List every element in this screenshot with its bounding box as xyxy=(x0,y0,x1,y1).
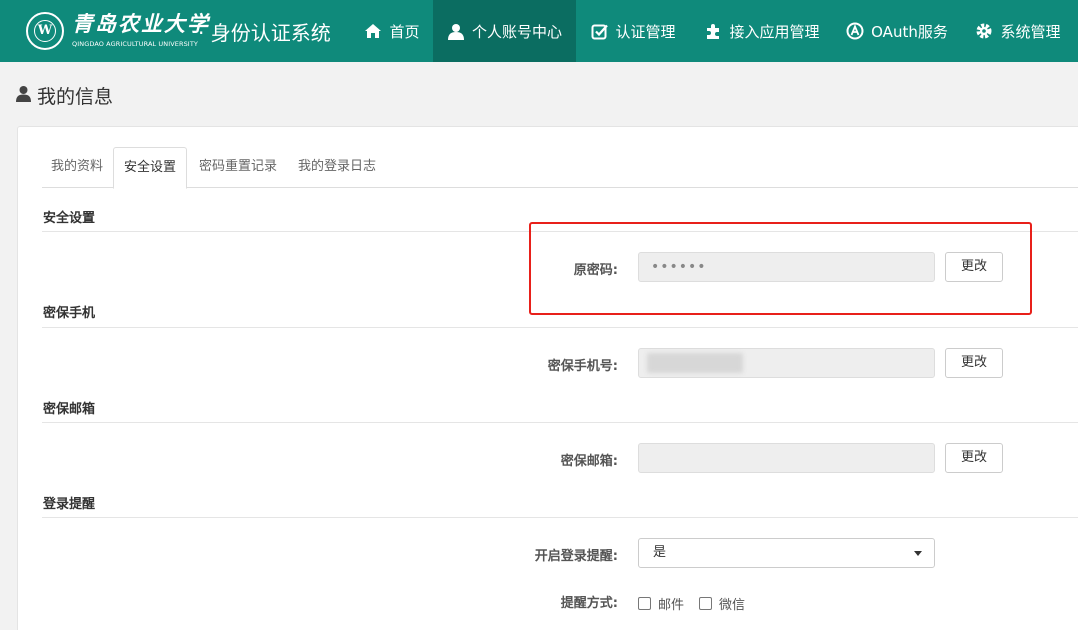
section-divider xyxy=(42,422,1078,423)
section-title-email: 密保邮箱 xyxy=(43,402,96,417)
nav-oauth-service[interactable]: OAuth服务 xyxy=(838,0,956,62)
section-title-phone: 密保手机 xyxy=(43,306,96,321)
change-email-button[interactable]: 更改 xyxy=(945,443,1003,473)
section-title-security: 安全设置 xyxy=(43,211,96,226)
alert-method-email-option[interactable]: 邮件 xyxy=(638,594,684,613)
nav-system-management-label: 系统管理 xyxy=(1000,22,1061,41)
user-icon xyxy=(447,22,465,40)
caret-down-icon xyxy=(914,551,922,556)
tab-security-settings[interactable]: 安全设置 xyxy=(113,147,187,189)
nav-auth-management-label: 认证管理 xyxy=(615,22,676,41)
nav-system-management[interactable]: 系统管理 xyxy=(966,0,1070,62)
tab-bar: 我的资料 安全设置 密码重置记录 我的登录日志 xyxy=(42,147,1078,189)
security-phone-field[interactable] xyxy=(638,348,935,378)
highlight-box xyxy=(529,222,1032,315)
oauth-icon xyxy=(846,22,864,40)
check-square-icon xyxy=(590,22,608,40)
home-icon xyxy=(364,22,382,40)
nav-personal-account[interactable]: 个人账号中心 xyxy=(433,0,576,62)
enable-login-alert-label: 开启登录提醒: xyxy=(534,549,618,564)
redacted-phone xyxy=(647,353,743,373)
university-logo[interactable]: 青岛农业大学 QINGDAO AGRICULTURAL UNIVERSITY xyxy=(72,8,210,48)
nav-auth-management[interactable]: 认证管理 xyxy=(578,0,688,62)
info-card: 我的资料 安全设置 密码重置记录 我的登录日志 安全设置 原密码: ••••••… xyxy=(17,126,1078,630)
nav-app-management-label: 接入应用管理 xyxy=(729,22,820,41)
alert-method-wechat-option[interactable]: 微信 xyxy=(699,594,745,613)
nav-personal-account-label: 个人账号中心 xyxy=(471,22,562,41)
page-title: 我的信息 xyxy=(16,82,113,109)
user-icon xyxy=(16,85,31,107)
change-phone-button[interactable]: 更改 xyxy=(945,348,1003,378)
system-title: · 身份认证系统 xyxy=(198,21,331,45)
security-email-field[interactable] xyxy=(638,443,935,473)
enable-login-alert-select[interactable]: 是 xyxy=(638,538,935,568)
section-title-login-alert: 登录提醒 xyxy=(43,497,96,512)
logo-chinese-name: 青岛农业大学 xyxy=(72,11,210,36)
email-checkbox[interactable] xyxy=(638,597,651,610)
section-divider xyxy=(42,517,1078,518)
puzzle-icon xyxy=(704,22,722,40)
email-option-label: 邮件 xyxy=(658,598,685,613)
enable-login-alert-value: 是 xyxy=(653,545,667,560)
wechat-checkbox[interactable] xyxy=(699,597,712,610)
logo-english-name: QINGDAO AGRICULTURAL UNIVERSITY xyxy=(72,40,198,48)
page-title-text: 我的信息 xyxy=(37,86,114,108)
nav-oauth-service-label: OAuth服务 xyxy=(871,22,948,41)
nav-home[interactable]: 首页 xyxy=(352,0,432,62)
section-divider xyxy=(42,327,1078,328)
wechat-option-label: 微信 xyxy=(719,598,746,613)
top-navbar: W 青岛农业大学 QINGDAO AGRICULTURAL UNIVERSITY… xyxy=(0,0,1078,62)
security-phone-label: 密保手机号: xyxy=(547,359,618,374)
nav-home-label: 首页 xyxy=(389,22,420,41)
gear-icon xyxy=(975,22,993,40)
tab-my-profile[interactable]: 我的资料 xyxy=(42,147,112,188)
alert-method-label: 提醒方式: xyxy=(560,596,618,611)
nav-app-management[interactable]: 接入应用管理 xyxy=(692,0,832,62)
tab-login-log[interactable]: 我的登录日志 xyxy=(288,147,386,188)
university-logo-icon: W xyxy=(26,12,64,50)
tab-password-reset-records[interactable]: 密码重置记录 xyxy=(188,147,288,188)
security-email-label: 密保邮箱: xyxy=(560,454,618,469)
